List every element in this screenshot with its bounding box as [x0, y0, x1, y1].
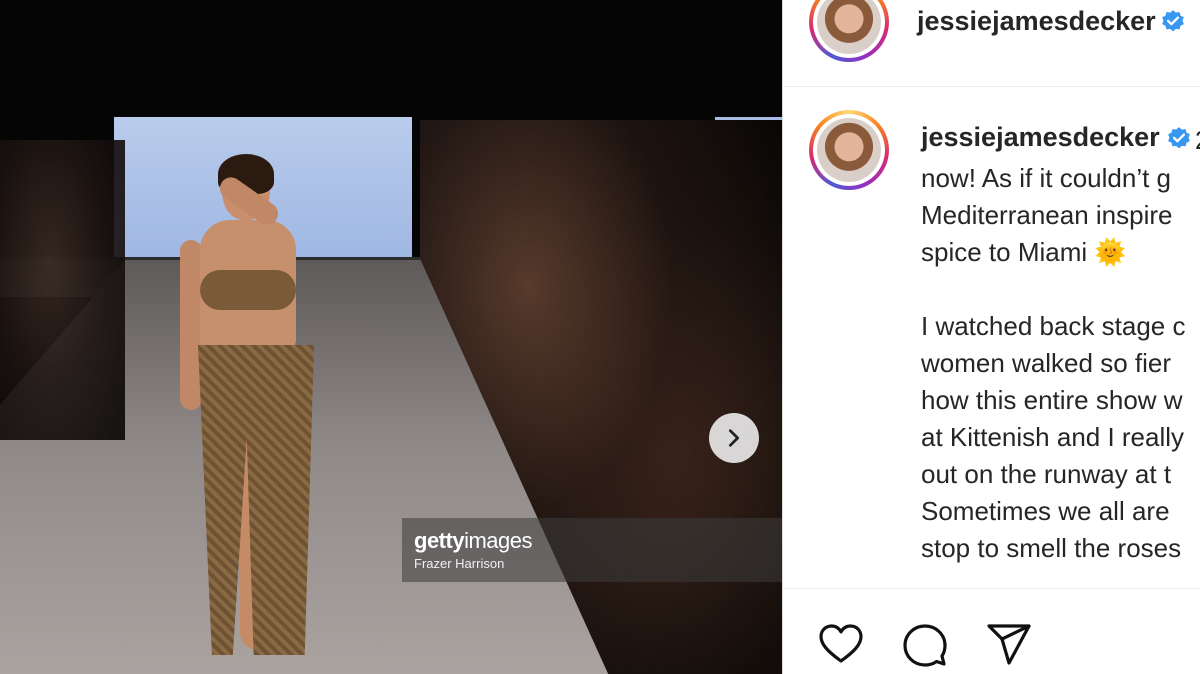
audience-left — [0, 140, 125, 440]
model-arm — [180, 240, 202, 410]
caption-line: at Kittenish and I really — [921, 422, 1185, 452]
caption-line: out on the runway at t — [921, 459, 1172, 489]
verified-badge-icon — [1168, 127, 1190, 149]
paper-plane-icon[interactable] — [985, 621, 1033, 669]
avatar-image — [817, 0, 881, 54]
photo-credit: Frazer Harrison — [414, 556, 505, 571]
caption-line: women walked so fier — [921, 348, 1171, 378]
caption: jessiejamesdecker 2 now! As if it couldn… — [783, 86, 1200, 586]
caption-line: Sometimes we all are — [921, 496, 1170, 526]
model-top — [200, 270, 296, 310]
post-actions — [783, 588, 1200, 674]
avatar[interactable] — [809, 0, 889, 62]
model-skirt — [198, 345, 314, 655]
post-photo: gettyimages Frazer Harrison — [0, 0, 782, 674]
getty-watermark: gettyimages Frazer Harrison — [402, 518, 782, 582]
caption-line: how this entire show w — [921, 385, 1183, 415]
heart-icon[interactable] — [817, 621, 865, 669]
caption-line: now! As if it couldn’t g — [921, 163, 1172, 193]
caption-username[interactable]: jessiejamesdecker — [921, 122, 1160, 153]
caption-text-overflow: 2 — [1195, 122, 1200, 159]
caption-line: I watched back stage c — [921, 311, 1186, 341]
chevron-right-icon — [728, 429, 740, 447]
comment-icon[interactable] — [901, 621, 949, 669]
sun-emoji: 🌞 — [1094, 237, 1127, 267]
avatar-image — [817, 118, 881, 182]
caption-line: spice to Miami 🌞 — [921, 237, 1127, 267]
runway-model — [178, 150, 318, 670]
post-header: jessiejamesdecker — [783, 0, 1200, 87]
getty-logo: gettyimages — [414, 528, 532, 553]
caption-avatar[interactable] — [809, 110, 889, 190]
post-side-panel: jessiejamesdecker jessiejamesdecker 2 no… — [782, 0, 1200, 674]
caption-line: Mediterranean inspire — [921, 200, 1173, 230]
next-photo-button[interactable] — [709, 413, 759, 463]
caption-line: stop to smell the roses — [921, 533, 1182, 563]
header-username[interactable]: jessiejamesdecker — [917, 6, 1156, 37]
verified-badge-icon — [1162, 10, 1184, 32]
